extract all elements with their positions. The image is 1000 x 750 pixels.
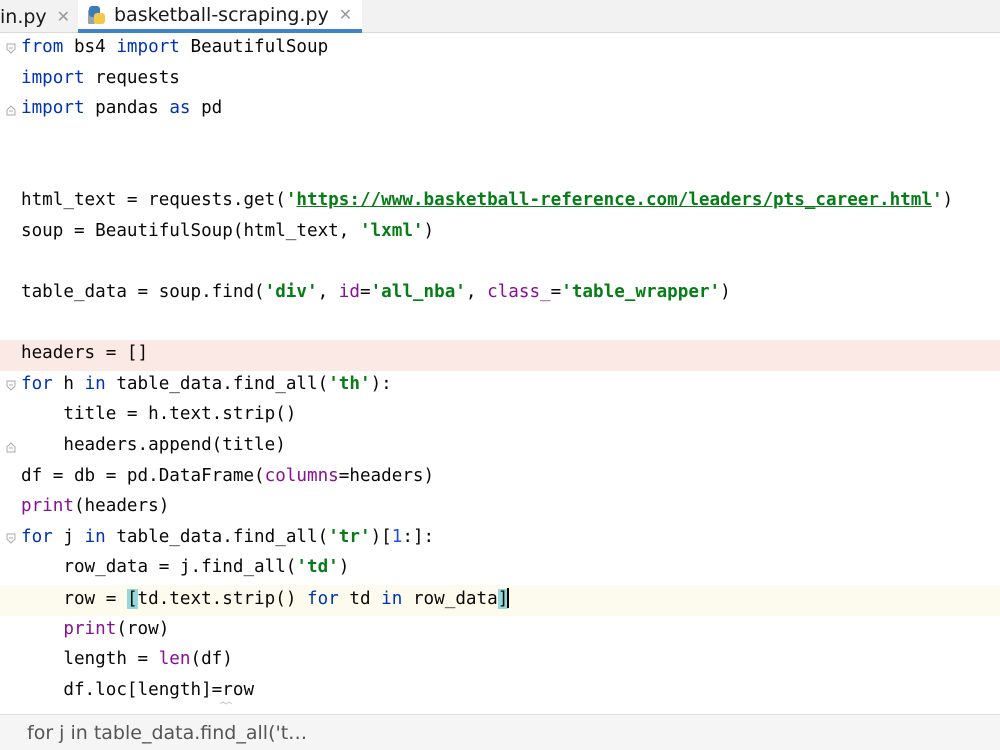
- code-line: for j in table_data.find_all('tr')[1:]:: [0, 524, 1000, 555]
- code-text: length = len(df): [21, 649, 233, 669]
- url-link[interactable]: https://www.basketball-reference.com/lea…: [296, 190, 932, 210]
- warning-squiggle: [220, 701, 232, 705]
- code-line-current: row = [td.text.strip() for td in row_dat…: [0, 585, 1000, 616]
- code-text: soup = BeautifulSoup(html_text, 'lxml'): [21, 221, 435, 241]
- code-text: title = h.text.strip(): [21, 404, 297, 424]
- fold-start-icon[interactable]: [6, 380, 16, 392]
- text-caret: [507, 588, 510, 608]
- code-text: headers = []: [21, 343, 149, 363]
- breadcrumb-bar: for j in table_data.find_all('t…: [0, 714, 1000, 750]
- tab-main-py[interactable]: in.py ✕: [0, 0, 75, 33]
- tab-label: in.py: [0, 5, 47, 28]
- code-text: headers.append(title): [21, 435, 286, 455]
- code-text: row_data = j.find_all('td'): [21, 557, 350, 577]
- fold-end-icon[interactable]: [6, 441, 16, 453]
- code-text: print(headers): [21, 496, 170, 516]
- code-text: table_data = soup.find('div', id='all_nb…: [21, 282, 731, 302]
- code-line: import requests: [0, 65, 1000, 96]
- code-line: df = db = pd.DataFrame(columns=headers): [0, 463, 1000, 494]
- code-line: print(row): [0, 616, 1000, 647]
- code-line: import pandas as pd: [0, 95, 1000, 126]
- bracket-match: [: [126, 589, 138, 609]
- code-line: print(headers): [0, 493, 1000, 524]
- code-text: from bs4 import BeautifulSoup: [21, 37, 329, 57]
- code-text: import requests: [21, 68, 180, 88]
- fold-start-icon[interactable]: [6, 43, 16, 55]
- code-text: df.loc[length]=row: [21, 680, 255, 700]
- code-line: soup = BeautifulSoup(html_text, 'lxml'): [0, 218, 1000, 249]
- code-text: import pandas as pd: [21, 98, 223, 118]
- code-editor[interactable]: from bs4 import BeautifulSoup import req…: [0, 34, 1000, 714]
- code-line: length = len(df): [0, 646, 1000, 677]
- code-line-highlighted: headers = []: [0, 340, 1000, 371]
- code-text: for j in table_data.find_all('tr')[1:]:: [21, 527, 435, 547]
- code-line: html_text = requests.get('https://www.ba…: [0, 187, 1000, 218]
- code-line: headers.append(title): [0, 432, 1000, 463]
- close-icon[interactable]: ✕: [57, 7, 70, 26]
- code-line: title = h.text.strip(): [0, 401, 1000, 432]
- code-line: df.loc[length]=row: [0, 677, 1000, 708]
- code-text: row = [td.text.strip() for td in row_dat…: [21, 588, 510, 609]
- fold-start-icon[interactable]: [6, 533, 16, 545]
- code-line: row_data = j.find_all('td'): [0, 554, 1000, 585]
- close-icon[interactable]: ✕: [339, 5, 352, 24]
- fold-end-icon[interactable]: [6, 104, 16, 116]
- tab-label: basketball-scraping.py: [114, 3, 329, 26]
- code-line: for h in table_data.find_all('th'):: [0, 371, 1000, 402]
- code-line: table_data = soup.find('div', id='all_nb…: [0, 279, 1000, 310]
- tab-basketball-scraping[interactable]: basketball-scraping.py ✕: [78, 0, 362, 33]
- code-text: print(row): [63, 619, 170, 639]
- editor-tab-bar: in.py ✕ basketball-scraping.py ✕: [0, 0, 1000, 33]
- code-line: from bs4 import BeautifulSoup: [0, 34, 1000, 65]
- code-text: for h in table_data.find_all('th'):: [21, 374, 392, 394]
- breadcrumb[interactable]: for j in table_data.find_all('t…: [27, 722, 307, 744]
- python-file-icon: [88, 5, 106, 24]
- code-text: html_text = requests.get('https://www.ba…: [21, 190, 954, 210]
- code-text: df = db = pd.DataFrame(columns=headers): [21, 466, 435, 486]
